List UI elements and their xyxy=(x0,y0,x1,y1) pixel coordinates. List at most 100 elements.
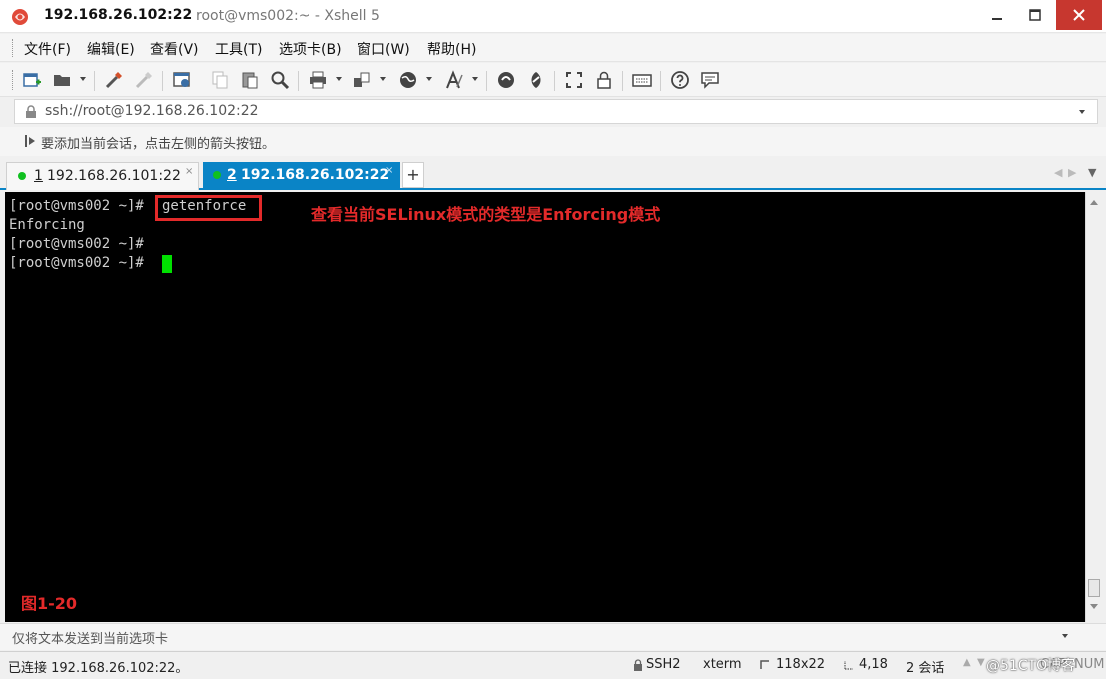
open-folder-caret[interactable] xyxy=(80,77,86,81)
lock-icon xyxy=(26,105,36,118)
arrow-up-icon[interactable]: ▲ xyxy=(963,657,971,668)
address-input[interactable]: ssh://root@192.168.26.102:22 xyxy=(45,103,259,119)
globe-caret[interactable] xyxy=(426,77,432,81)
tab-session-2[interactable]: 2 192.168.26.102:22 × xyxy=(203,162,400,190)
prompt: [root@vms002 ~]# xyxy=(9,198,144,214)
new-session-icon[interactable] xyxy=(22,70,42,90)
menu-edit[interactable]: 编辑(E) xyxy=(87,39,135,59)
close-icon[interactable]: × xyxy=(185,166,193,177)
menu-view[interactable]: 查看(V) xyxy=(150,39,199,59)
keyboard-icon[interactable] xyxy=(632,70,652,90)
xftp-icon[interactable] xyxy=(496,70,516,90)
toolbar-separator xyxy=(554,71,555,91)
toolbar-separator xyxy=(486,71,487,91)
xmanager-icon[interactable] xyxy=(526,70,546,90)
cursor-position-icon xyxy=(844,661,853,670)
title-bar: 192.168.26.102:22 root@vms002:~ - Xshell… xyxy=(0,0,1106,33)
status-dot-icon xyxy=(213,171,221,179)
menu-tabs[interactable]: 选项卡(B) xyxy=(279,39,342,59)
compose-dropdown-arrow[interactable] xyxy=(1062,634,1068,638)
window-title-host: 192.168.26.102:22 xyxy=(44,7,193,23)
menu-help[interactable]: 帮助(H) xyxy=(427,39,476,59)
toolbar-grip xyxy=(12,70,14,90)
add-session-arrow-icon[interactable] xyxy=(24,134,36,148)
protocol-status: SSH2 xyxy=(646,657,681,672)
disconnect-icon[interactable] xyxy=(134,70,154,90)
toolbar xyxy=(0,63,1106,97)
menu-grip xyxy=(12,39,14,57)
arrow-down-icon[interactable]: ▼ xyxy=(977,657,985,668)
chat-icon[interactable] xyxy=(700,70,720,90)
scroll-down-icon[interactable] xyxy=(1090,604,1098,609)
prompt: [root@vms002 ~]# xyxy=(9,255,144,271)
close-icon xyxy=(1073,9,1085,21)
annotation-text: 查看当前SELinux模式的类型是Enforcing模式 xyxy=(311,205,661,224)
figure-label: 图1-20 xyxy=(21,594,78,613)
resize-icon xyxy=(760,660,769,669)
tab-menu-icon[interactable]: ▼ xyxy=(1088,166,1096,179)
paste-icon[interactable] xyxy=(240,70,260,90)
menu-window[interactable]: 窗口(W) xyxy=(357,39,410,59)
command-highlight-box xyxy=(155,195,262,221)
watermark: @51CTO博客 xyxy=(986,658,1076,674)
terminal-type-status: xterm xyxy=(703,657,742,672)
close-button[interactable] xyxy=(1056,0,1102,30)
scroll-thumb[interactable] xyxy=(1088,579,1100,597)
address-dropdown-arrow[interactable] xyxy=(1079,110,1085,114)
open-folder-icon[interactable] xyxy=(52,70,72,90)
find-icon[interactable] xyxy=(270,70,290,90)
fullscreen-icon[interactable] xyxy=(564,70,584,90)
menu-bar: 文件(F) 编辑(E) 查看(V) 工具(T) 选项卡(B) 窗口(W) 帮助(… xyxy=(0,34,1106,62)
close-icon[interactable]: × xyxy=(385,165,393,176)
menu-tools[interactable]: 工具(T) xyxy=(215,39,262,59)
tab-index: 2 xyxy=(227,167,237,183)
session-count-status: 2 会话 xyxy=(906,661,945,676)
tab-session-1[interactable]: 1 192.168.26.101:22 × xyxy=(6,162,199,190)
tab-label: 192.168.26.102:22 xyxy=(241,167,390,183)
lock-icon[interactable] xyxy=(594,70,614,90)
copy-icon[interactable] xyxy=(210,70,230,90)
font-caret[interactable] xyxy=(472,77,478,81)
command-output: Enforcing xyxy=(9,217,85,233)
minimize-icon xyxy=(992,18,1002,20)
xshell-logo-icon xyxy=(12,9,28,25)
toolbar-separator xyxy=(660,71,661,91)
terminal-cursor xyxy=(162,255,172,273)
properties-icon[interactable] xyxy=(172,70,192,90)
connection-status: 已连接 192.168.26.102:22。 xyxy=(8,661,189,676)
toolbar-separator xyxy=(94,71,95,91)
transfer-caret[interactable] xyxy=(380,77,386,81)
print-icon[interactable] xyxy=(308,70,328,90)
toolbar-separator xyxy=(298,71,299,91)
add-tab-button[interactable]: + xyxy=(402,162,424,188)
tab-label: 192.168.26.101:22 xyxy=(47,168,181,184)
print-caret[interactable] xyxy=(336,77,342,81)
tab-scroll-left-icon[interactable]: ◀ xyxy=(1054,166,1062,179)
info-text: 要添加当前会话，点击左侧的箭头按钮。 xyxy=(41,137,276,152)
cursor-position-status: 4,18 xyxy=(859,657,888,672)
lock-icon xyxy=(634,659,642,671)
toolbar-separator xyxy=(622,71,623,91)
font-icon[interactable] xyxy=(444,70,464,90)
menu-file[interactable]: 文件(F) xyxy=(24,39,71,59)
address-bar[interactable]: ssh://root@192.168.26.102:22 xyxy=(14,99,1098,124)
status-dot-icon xyxy=(18,172,26,180)
tab-index: 1 xyxy=(34,168,43,184)
tab-scroll-right-icon[interactable]: ▶ xyxy=(1068,166,1076,179)
window-title-app: root@vms002:~ - Xshell 5 xyxy=(196,8,380,24)
terminal-scrollbar[interactable] xyxy=(1085,192,1102,622)
terminal-area[interactable]: [root@vms002 ~]# getenforce 查看当前SELinux模… xyxy=(5,192,1085,622)
num-status: NUM xyxy=(1074,657,1105,672)
help-icon[interactable] xyxy=(670,70,690,90)
maximize-icon xyxy=(1029,9,1041,21)
transfer-icon[interactable] xyxy=(352,70,372,90)
minimize-button[interactable] xyxy=(980,0,1014,30)
globe-icon[interactable] xyxy=(398,70,418,90)
toolbar-separator xyxy=(162,71,163,91)
connect-icon[interactable] xyxy=(104,70,124,90)
terminal-size-status: 118x22 xyxy=(776,657,826,672)
scroll-up-icon[interactable] xyxy=(1090,200,1098,205)
compose-input[interactable]: 仅将文本发送到当前选项卡 xyxy=(12,628,168,647)
prompt: [root@vms002 ~]# xyxy=(9,236,144,252)
maximize-button[interactable] xyxy=(1018,0,1052,30)
